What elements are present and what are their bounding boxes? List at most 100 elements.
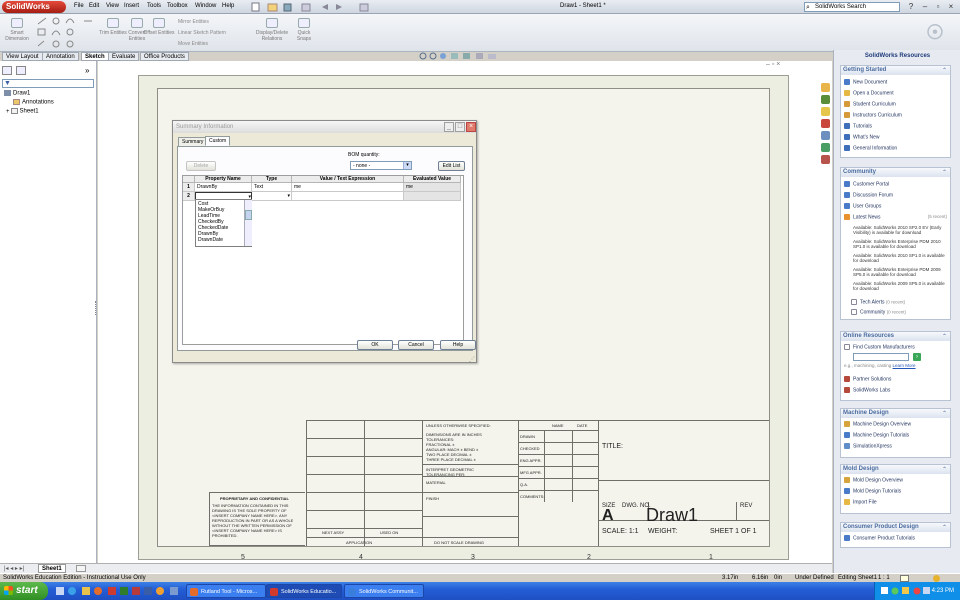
go-button-icon[interactable]: ›: [913, 353, 921, 361]
tab-evaluate[interactable]: Evaluate: [108, 52, 140, 61]
link-general-information[interactable]: General Information: [844, 145, 897, 151]
tab-office-products[interactable]: Office Products: [140, 52, 189, 61]
link-partner-solutions[interactable]: Partner Solutions: [844, 376, 891, 382]
sheet-tab-sheet1[interactable]: Sheet1: [38, 564, 66, 573]
rebuild-icon[interactable]: [933, 575, 940, 582]
news-item[interactable]: Available: SolidWorks 2010 SP2.0 EV (Ear…: [853, 225, 948, 235]
move-entities[interactable]: Move Entities: [170, 39, 250, 50]
link-machine-design-overview[interactable]: Machine Design Overview: [844, 421, 911, 427]
help-button[interactable]: ?: [906, 2, 916, 12]
menu-toolbox[interactable]: Toolbox: [167, 3, 188, 9]
feature-manager-tab-icon[interactable]: [2, 66, 12, 75]
taskbar-item[interactable]: Rutland Tool - Micros...: [186, 584, 266, 598]
dialog-title-bar[interactable]: Summary Information _ □ ×: [173, 121, 476, 133]
chevron-down-icon[interactable]: ▾: [287, 192, 290, 200]
edit-list-button[interactable]: Edit List: [438, 161, 465, 171]
scroll-thumb[interactable]: [245, 210, 252, 220]
add-sheet-icon[interactable]: [76, 565, 86, 572]
link-open-document[interactable]: Open a Document: [844, 90, 894, 96]
link-tutorials[interactable]: Tutorials: [844, 123, 872, 129]
start-button[interactable]: start: [0, 582, 48, 600]
quick-launch[interactable]: [54, 585, 184, 597]
link-latest-news[interactable]: Latest News: [844, 214, 881, 220]
row-number[interactable]: 2: [183, 192, 195, 201]
display-delete-relations-button[interactable]: Display/Delete Relations: [252, 18, 292, 42]
tab-sketch[interactable]: Sketch: [81, 52, 109, 61]
link-tech-alerts[interactable]: Tech Alerts (0 recent): [851, 299, 905, 305]
mirror-entities[interactable]: Mirror Entities: [170, 17, 250, 28]
link-mold-design-overview[interactable]: Mold Design Overview: [844, 477, 903, 483]
quick-access-toolbar[interactable]: [250, 2, 390, 12]
chevron-down-icon[interactable]: ▾: [403, 162, 411, 169]
canvas-window-controls[interactable]: – ▫ ×: [766, 61, 780, 68]
menu-window[interactable]: Window: [195, 3, 216, 9]
custom-properties-tab-icon[interactable]: [821, 155, 830, 164]
tab-view-layout[interactable]: View Layout: [2, 52, 43, 61]
search-tab-icon[interactable]: [821, 119, 830, 128]
col-property-name[interactable]: Property Name: [195, 176, 252, 183]
section-header[interactable]: Consumer Product Design: [841, 523, 950, 532]
menu-file[interactable]: File: [74, 3, 84, 9]
property-manager-tab-icon[interactable]: [16, 66, 26, 75]
tab-annotation[interactable]: Annotation: [42, 52, 79, 61]
dropdown-option[interactable]: DrawnDate: [198, 237, 223, 243]
link-whats-new[interactable]: What's New: [844, 134, 880, 140]
pattern-group[interactable]: Mirror Entities Linear Sketch Pattern Mo…: [170, 17, 250, 50]
section-header[interactable]: Getting Started: [841, 66, 950, 75]
tree-item-annotations[interactable]: Annotations: [13, 99, 54, 106]
link-simulationxpress[interactable]: SimulationXpress: [844, 443, 892, 449]
tree-filter-input[interactable]: ▼: [2, 79, 94, 88]
ok-button[interactable]: OK: [357, 340, 393, 350]
cell-type-combo[interactable]: ▾: [252, 192, 292, 201]
link-discussion-forum[interactable]: Discussion Forum: [844, 192, 893, 198]
appearances-tab-icon[interactable]: [821, 143, 830, 152]
link-community[interactable]: Community (0 recent): [851, 309, 906, 315]
menu-edit[interactable]: Edit: [89, 3, 99, 9]
minimize-icon[interactable]: –: [920, 2, 930, 12]
news-item[interactable]: Available: SolidWorks Enterprise PDM 201…: [853, 239, 948, 249]
status-scale[interactable]: 1 : 1: [878, 574, 890, 582]
quick-snaps-button[interactable]: Quick Snaps: [290, 18, 318, 42]
linear-sketch-pattern[interactable]: Linear Sketch Pattern: [170, 28, 250, 39]
collapse-icon[interactable]: ⌃: [942, 169, 947, 176]
file-explorer-tab-icon[interactable]: [821, 107, 830, 116]
learn-more-link[interactable]: Learn More: [893, 363, 916, 368]
expand-icon[interactable]: +: [6, 109, 10, 115]
resize-grip-icon[interactable]: ⋰: [469, 356, 475, 363]
cell-value[interactable]: me: [292, 183, 404, 192]
link-import-file[interactable]: Import File: [844, 499, 877, 505]
manufacturer-search-input[interactable]: [853, 353, 909, 361]
bom-quantity-select[interactable]: - none - ▾: [350, 161, 412, 170]
link-mold-design-tutorials[interactable]: Mold Design Tutorials: [844, 488, 901, 494]
taskbar-item[interactable]: SolidWorks Communit...: [344, 584, 424, 598]
section-header[interactable]: Mold Design: [841, 465, 950, 474]
sketch-entities-group[interactable]: [36, 16, 96, 50]
menu-insert[interactable]: Insert: [124, 3, 139, 9]
tab-custom[interactable]: Custom: [205, 136, 231, 146]
restore-icon[interactable]: ▫: [933, 2, 943, 12]
maximize-icon[interactable]: □: [455, 122, 465, 132]
solidworks-logo[interactable]: SolidWorks: [2, 1, 66, 13]
close-icon[interactable]: ×: [466, 122, 476, 132]
view-heads-up-toolbar[interactable]: [418, 52, 508, 61]
taskbar-item[interactable]: SolidWorks Educatio...: [266, 584, 342, 598]
menu-help[interactable]: Help: [222, 3, 234, 9]
col-value[interactable]: Value / Text Expression: [292, 176, 404, 183]
collapse-icon[interactable]: ⌃: [942, 333, 947, 340]
col-type[interactable]: Type: [252, 176, 292, 183]
resources-tab-icon[interactable]: [821, 83, 830, 92]
cell-type[interactable]: Text: [252, 183, 292, 192]
col-evaluated[interactable]: Evaluated Value: [404, 176, 461, 183]
link-student-curriculum[interactable]: Student Curriculum: [844, 101, 896, 107]
tree-item-drawing[interactable]: Draw1: [4, 90, 30, 97]
link-solidworks-labs[interactable]: SolidWorks Labs: [844, 387, 890, 393]
property-name-dropdown[interactable]: Cost MakeOrBuy LeadTime CheckedBy Checke…: [195, 199, 252, 247]
view-palette-tab-icon[interactable]: [821, 131, 830, 140]
close-icon[interactable]: ×: [946, 2, 956, 12]
minimize-icon[interactable]: _: [444, 122, 454, 132]
link-consumer-product-tutorials[interactable]: Consumer Product Tutorials: [844, 535, 915, 541]
cell-property-name[interactable]: DrawnBy: [195, 183, 252, 192]
link-new-document[interactable]: New Document: [844, 79, 887, 85]
delete-button[interactable]: Delete: [186, 161, 216, 171]
link-instructors-curriculum[interactable]: Instructors Curriculum: [844, 112, 902, 118]
